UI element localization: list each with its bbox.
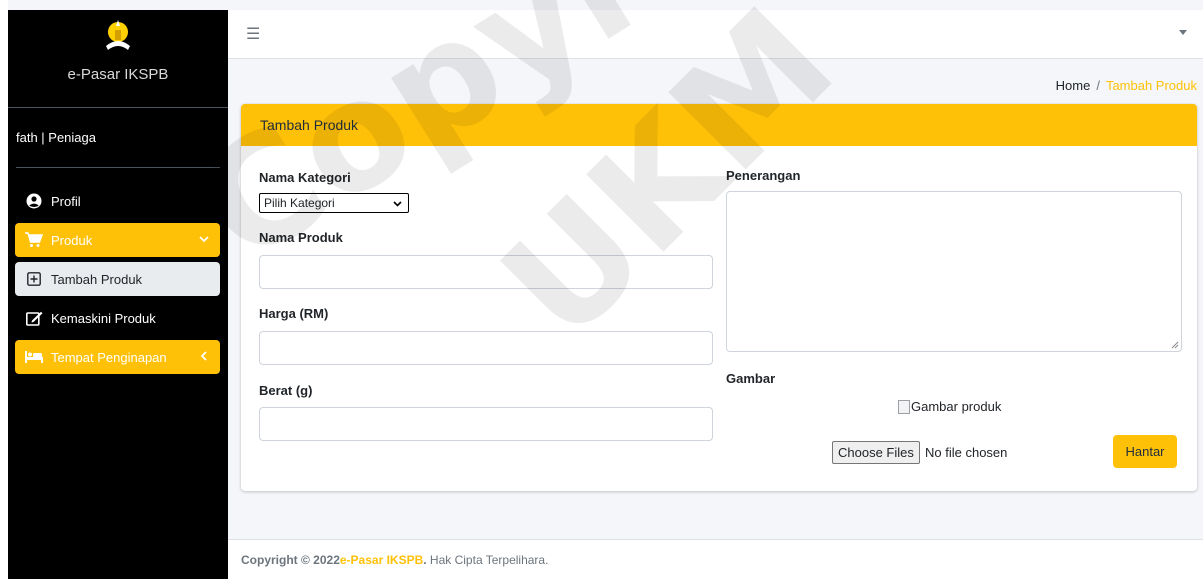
sidebar-item-label: Tempat Penginapan [51, 349, 167, 365]
sidebar-item-label: Produk [51, 232, 93, 248]
breadcrumb-home[interactable]: Home [1056, 78, 1091, 93]
nama-produk-label: Nama Produk [259, 230, 343, 245]
sidebar-item-tempat-penginapan[interactable]: Tempat Penginapan [15, 340, 220, 374]
broken-image-icon [898, 399, 910, 414]
kategori-selected-value: Pilih Kategori [264, 196, 335, 210]
plus-square-icon [25, 270, 43, 288]
sidebar-item-label: Profil [51, 193, 81, 209]
sidebar: e-Pasar IKSPB fath | Peniaga Profil Prod… [8, 10, 228, 579]
left-edge [0, 0, 8, 579]
harga-label: Harga (RM) [259, 306, 329, 321]
sidebar-item-label: Tambah Produk [51, 271, 143, 287]
penerangan-textarea[interactable] [726, 191, 1182, 352]
user-label[interactable]: fath | Peniaga [16, 130, 96, 145]
sidebar-nav: Profil Produk Tambah Produk Kemaskini Pr… [8, 184, 228, 374]
choose-files-button[interactable]: Choose Files [832, 441, 920, 464]
logo-icon [106, 20, 130, 50]
form-card: Tambah Produk Nama Kategori Pilih Katego… [241, 104, 1197, 491]
file-status: No file chosen [925, 445, 1008, 460]
cart-icon [25, 231, 43, 249]
resize-grip-icon[interactable] [1171, 341, 1179, 349]
brand-text: e-Pasar IKSPB [67, 66, 169, 83]
card-title: Tambah Produk [260, 117, 359, 133]
footer-brand-link[interactable]: e-Pasar IKSPB [340, 553, 423, 567]
breadcrumb-separator: / [1096, 78, 1100, 93]
sidebar-item-tambah-produk[interactable]: Tambah Produk [15, 262, 220, 296]
penerangan-label: Penerangan [726, 168, 801, 183]
brand[interactable]: e-Pasar IKSPB [8, 16, 228, 108]
berat-input[interactable] [259, 407, 713, 441]
harga-input[interactable] [259, 331, 713, 365]
gambar-label: Gambar [726, 371, 776, 386]
sidebar-item-label: Kemaskini Produk [51, 310, 156, 326]
breadcrumb-current: Tambah Produk [1105, 78, 1197, 93]
chevron-down-icon [199, 236, 209, 243]
topbar: ☰ [228, 10, 1203, 59]
user-circle-icon [25, 192, 43, 210]
product-image-placeholder: Gambar produk [898, 399, 1001, 414]
footer-prefix: Copyright © 2022 [241, 552, 340, 567]
bed-icon [25, 348, 43, 366]
kategori-label: Nama Kategori [259, 170, 351, 185]
chevron-left-icon [200, 351, 207, 361]
sidebar-item-produk[interactable]: Produk [15, 223, 220, 257]
chevron-down-icon [393, 201, 402, 207]
footer: Copyright © 2022 e-Pasar IKSPB. Hak Cipt… [228, 539, 1203, 579]
caret-down-icon[interactable] [1179, 30, 1187, 35]
berat-label: Berat (g) [259, 383, 313, 398]
breadcrumb: Home / Tambah Produk [1056, 78, 1197, 93]
user-panel[interactable]: fath | Peniaga [16, 108, 220, 168]
hantar-button[interactable]: Hantar [1113, 435, 1177, 468]
footer-suffix: Hak Cipta Terpelihara. [426, 552, 549, 567]
hamburger-icon[interactable]: ☰ [246, 24, 260, 44]
sidebar-item-kemaskini-produk[interactable]: Kemaskini Produk [15, 301, 220, 335]
kategori-select[interactable]: Pilih Kategori [259, 193, 409, 213]
sidebar-item-profil[interactable]: Profil [15, 184, 220, 218]
nama-produk-input[interactable] [259, 255, 713, 289]
card-header: Tambah Produk [241, 104, 1197, 146]
product-image-alt: Gambar produk [911, 399, 1002, 414]
edit-icon [25, 309, 43, 327]
